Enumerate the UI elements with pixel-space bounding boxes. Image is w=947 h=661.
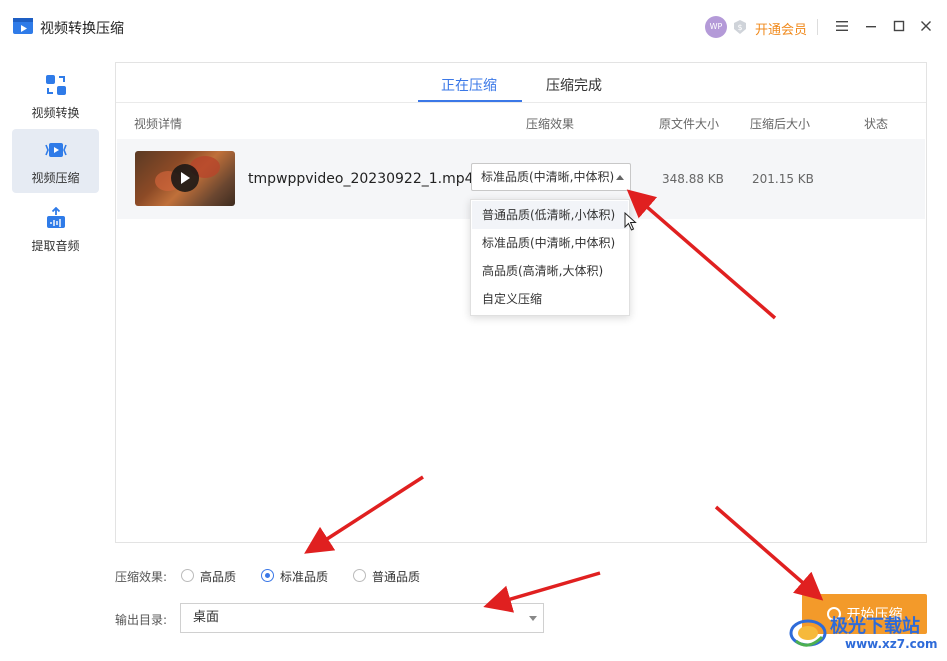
column-header-status: 状态 bbox=[864, 117, 889, 131]
dropdown-option-low[interactable]: 普通品质(低清晰,小体积) bbox=[472, 201, 628, 229]
app-logo-icon bbox=[13, 18, 33, 34]
radio-standard-quality[interactable] bbox=[261, 569, 274, 582]
titlebar-divider bbox=[817, 19, 818, 35]
dropdown-option-custom[interactable]: 自定义压缩 bbox=[472, 285, 628, 313]
quality-select[interactable]: 标准品质(中清晰,中体积) bbox=[471, 163, 631, 191]
sidebar-item-compress[interactable]: 视频压缩 bbox=[12, 129, 99, 193]
play-icon bbox=[181, 172, 190, 184]
svg-text:$: $ bbox=[737, 23, 742, 32]
compress-effect-label: 压缩效果: bbox=[115, 570, 168, 584]
file-name: tmpwppvideo_20230922_1.mp4 bbox=[248, 171, 474, 187]
radio-label-standard[interactable]: 标准品质 bbox=[280, 568, 328, 585]
dropdown-option-high[interactable]: 高品质(高清晰,大体积) bbox=[472, 257, 628, 285]
crown-icon: $ bbox=[734, 20, 746, 34]
video-thumbnail[interactable] bbox=[135, 151, 235, 206]
menu-button[interactable] bbox=[830, 14, 854, 38]
dropdown-option-standard[interactable]: 标准品质(中清晰,中体积) bbox=[472, 229, 628, 257]
tab-compressing[interactable]: 正在压缩 bbox=[441, 75, 497, 95]
play-button[interactable] bbox=[171, 164, 199, 192]
sidebar-item-label: 视频压缩 bbox=[31, 171, 80, 185]
quality-dropdown-menu: 普通品质(低清晰,小体积) 标准品质(中清晰,中体积) 高品质(高清晰,大体积)… bbox=[470, 199, 630, 316]
sidebar-item-label: 提取音频 bbox=[31, 239, 80, 253]
title-bar: 视频转换压缩 WP $ 开通会员 bbox=[0, 0, 947, 54]
audio-extract-icon bbox=[47, 207, 65, 228]
output-dir-label: 输出目录: bbox=[115, 613, 168, 627]
maximize-button[interactable] bbox=[887, 14, 911, 38]
watermark-url: www.xz7.com bbox=[845, 637, 938, 651]
caret-down-icon bbox=[529, 616, 537, 621]
maximize-icon bbox=[893, 20, 905, 32]
minimize-button[interactable] bbox=[859, 14, 883, 38]
radio-high-quality[interactable] bbox=[181, 569, 194, 582]
quality-select-value: 标准品质(中清晰,中体积) bbox=[481, 170, 615, 184]
compress-icon bbox=[45, 143, 67, 157]
watermark-title: 极光下载站 bbox=[830, 616, 920, 637]
close-button[interactable] bbox=[914, 14, 938, 38]
close-icon bbox=[921, 21, 931, 31]
column-header-original-size: 原文件大小 bbox=[659, 117, 720, 131]
tab-completed[interactable]: 压缩完成 bbox=[546, 75, 602, 95]
mouse-cursor-icon bbox=[624, 212, 637, 231]
sidebar-item-audio[interactable]: 提取音频 bbox=[12, 197, 99, 261]
radio-label-high[interactable]: 高品质 bbox=[200, 568, 236, 585]
radio-label-normal[interactable]: 普通品质 bbox=[372, 568, 420, 585]
convert-icon bbox=[46, 75, 66, 95]
radio-normal-quality[interactable] bbox=[353, 569, 366, 582]
sidebar-item-label: 视频转换 bbox=[31, 106, 80, 120]
watermark-logo-icon bbox=[789, 619, 827, 647]
column-header-compressed-size: 压缩后大小 bbox=[750, 117, 811, 131]
arrow-to-output-dir bbox=[483, 571, 601, 613]
caret-up-icon bbox=[616, 175, 624, 180]
menu-icon bbox=[836, 21, 848, 31]
minimize-icon bbox=[866, 26, 876, 28]
avatar[interactable]: WP bbox=[705, 16, 727, 38]
output-dir-select[interactable]: 桌面 bbox=[180, 603, 544, 633]
tab-divider bbox=[116, 102, 926, 103]
sidebar: 视频转换 视频压缩 提取音频 bbox=[0, 54, 110, 661]
column-header-effect: 压缩效果 bbox=[526, 117, 575, 131]
sidebar-item-convert[interactable]: 视频转换 bbox=[12, 64, 99, 128]
app-title: 视频转换压缩 bbox=[40, 21, 124, 37]
compressed-size: 201.15 KB bbox=[752, 172, 814, 186]
original-size: 348.88 KB bbox=[662, 172, 724, 186]
column-header-details: 视频详情 bbox=[134, 117, 183, 131]
vip-link[interactable]: 开通会员 bbox=[755, 19, 807, 38]
output-dir-value: 桌面 bbox=[193, 610, 220, 625]
